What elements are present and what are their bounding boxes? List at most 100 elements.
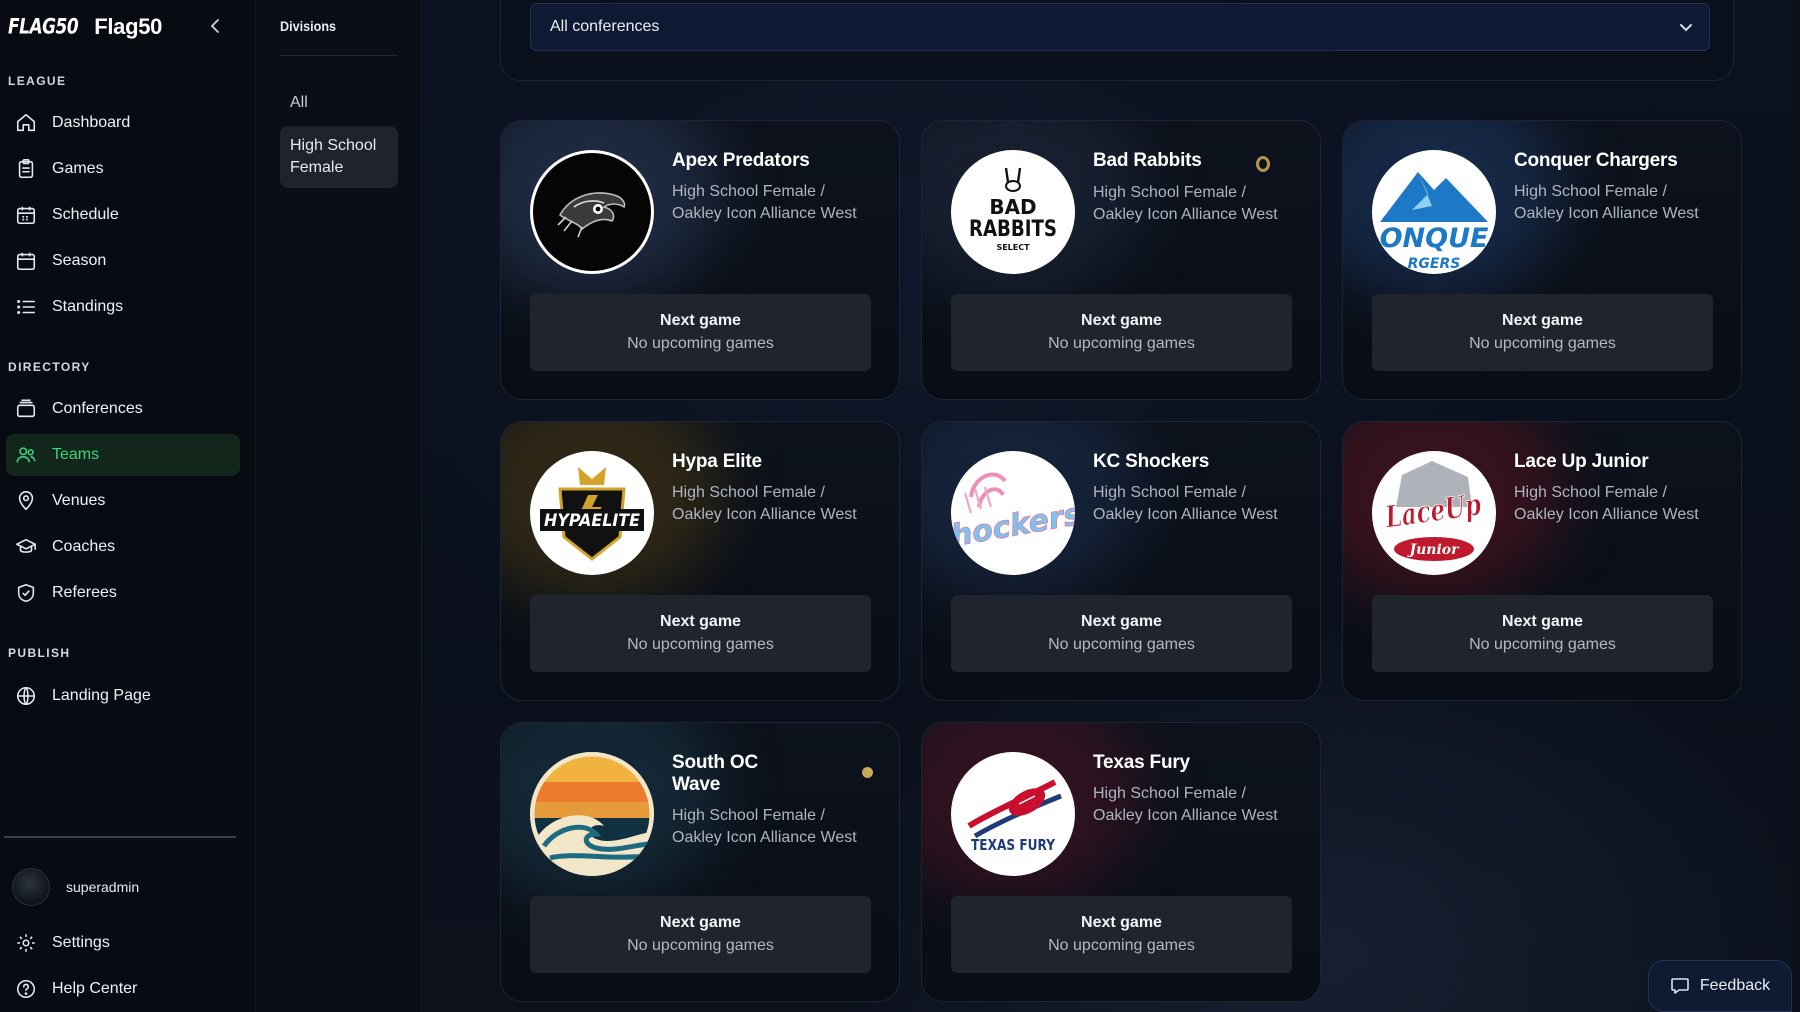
- nav-venues[interactable]: Venues: [6, 480, 240, 522]
- team-division-line2: Oakley Icon Alliance West: [672, 506, 857, 523]
- map-pin-icon: [6, 490, 46, 512]
- chevron-left-icon: [210, 19, 219, 33]
- shield-check-icon: [6, 582, 46, 604]
- team-card-bad-rabbits[interactable]: BAD RABBITS SELECT Bad Rabbits High Scho…: [921, 120, 1321, 400]
- calendar-grid-icon: [6, 204, 46, 226]
- nav-referees[interactable]: Referees: [6, 572, 240, 614]
- nav-label: Coaches: [52, 538, 116, 555]
- nav-label: Standings: [52, 298, 124, 315]
- nav-label: Teams: [52, 446, 100, 463]
- nav-label: Settings: [52, 934, 110, 951]
- section-title-directory: DIRECTORY: [8, 360, 91, 374]
- texas-fury-logo-icon: TEXAS FURY: [967, 779, 1062, 854]
- gear-icon: [6, 932, 46, 954]
- nav-label: Schedule: [52, 206, 119, 223]
- team-division-line1: High School Female /: [672, 807, 825, 824]
- divisions-title: Divisions: [280, 18, 337, 34]
- calendar-icon: [6, 250, 46, 272]
- divisions-panel: Divisions All High School Female: [256, 0, 422, 1012]
- division-item-high-school-female[interactable]: High School Female: [280, 126, 398, 188]
- sidebar-divider: [4, 836, 236, 838]
- next-game-box: Next game No upcoming games: [1372, 595, 1713, 672]
- svg-text:Junior: Junior: [1406, 542, 1460, 558]
- team-card-apex-predators[interactable]: Apex Predators High School Female / Oakl…: [500, 120, 900, 400]
- team-logo: TEXAS FURY: [951, 752, 1075, 876]
- next-game-status: No upcoming games: [1048, 636, 1195, 653]
- next-game-title: Next game: [1081, 914, 1162, 931]
- svg-text:RABBITS: RABBITS: [969, 217, 1057, 242]
- chat-icon: [1671, 978, 1689, 994]
- team-division-line2: Oakley Icon Alliance West: [1514, 506, 1699, 523]
- team-name: KC Shockers: [1093, 451, 1210, 472]
- nav-season[interactable]: Season: [6, 240, 240, 282]
- nav-coaches[interactable]: Coaches: [6, 526, 240, 568]
- next-game-status: No upcoming games: [1469, 335, 1616, 352]
- nav-teams[interactable]: Teams: [6, 434, 240, 476]
- predator-logo-icon: [557, 192, 626, 238]
- brand[interactable]: FLAG50 Flag50: [8, 12, 162, 42]
- next-game-title: Next game: [1502, 312, 1583, 329]
- team-card-south-oc-wave[interactable]: South OC Wave High School Female / Oakle…: [500, 722, 900, 1002]
- next-game-title: Next game: [1502, 613, 1583, 630]
- next-game-status: No upcoming games: [1469, 636, 1616, 653]
- svg-text:ONQUE: ONQUE: [1380, 223, 1489, 254]
- next-game-title: Next game: [660, 312, 741, 329]
- team-logo: hockers: [951, 451, 1075, 575]
- team-division-line1: High School Female /: [1093, 184, 1246, 201]
- next-game-box: Next game No upcoming games: [1372, 294, 1713, 371]
- team-division-line2: Oakley Icon Alliance West: [1093, 807, 1278, 824]
- section-title-publish: PUBLISH: [8, 646, 71, 660]
- scrollbar[interactable]: [1794, 0, 1800, 1012]
- next-game-box: Next game No upcoming games: [530, 294, 871, 371]
- users-icon: [6, 444, 46, 466]
- svg-text:RGERS: RGERS: [1408, 256, 1461, 272]
- nav-conferences[interactable]: Conferences: [6, 388, 240, 430]
- chargers-logo-icon: ONQUE RGERS: [1380, 172, 1489, 272]
- division-item-all[interactable]: All: [280, 83, 398, 123]
- next-game-box: Next game No upcoming games: [951, 294, 1292, 371]
- feedback-button[interactable]: Feedback: [1648, 960, 1792, 1012]
- user-profile[interactable]: superadmin: [12, 868, 139, 906]
- team-division-line2: Oakley Icon Alliance West: [672, 829, 857, 846]
- team-card-conquer-chargers[interactable]: ONQUE RGERS Conquer Chargers High School…: [1342, 120, 1742, 400]
- nav-dashboard[interactable]: Dashboard: [6, 102, 240, 144]
- user-name: superadmin: [66, 879, 140, 895]
- clipboard-icon: [6, 158, 46, 180]
- nav-schedule[interactable]: Schedule: [6, 194, 240, 236]
- nav-standings[interactable]: Standings: [6, 286, 240, 328]
- team-division-line1: High School Female /: [1093, 785, 1246, 802]
- next-game-title: Next game: [660, 613, 741, 630]
- team-division-line1: High School Female /: [672, 183, 825, 200]
- team-division-line1: High School Female /: [672, 484, 825, 501]
- team-logo: ONQUE RGERS: [1372, 150, 1496, 274]
- team-name: Conquer Chargers: [1514, 150, 1678, 171]
- team-card-hypa-elite[interactable]: HYPAELITE Hypa Elite High School Female …: [500, 421, 900, 701]
- feedback-label: Feedback: [1699, 977, 1771, 994]
- nav-settings[interactable]: Settings: [6, 922, 240, 964]
- svg-text:BAD: BAD: [989, 195, 1036, 219]
- teams-main: All conferences Apex Predators High Scho…: [422, 0, 1800, 1012]
- nav-label: Dashboard: [52, 114, 131, 131]
- brand-logo: FLAG50: [8, 14, 79, 40]
- team-logo: BAD RABBITS SELECT: [951, 150, 1075, 274]
- collapse-sidebar-button[interactable]: [205, 15, 225, 37]
- team-card-lace-up-junior[interactable]: LaceUp Junior Lace Up Junior High School…: [1342, 421, 1742, 701]
- divider: [280, 55, 398, 56]
- nav-games[interactable]: Games: [6, 148, 240, 190]
- team-card-texas-fury[interactable]: TEXAS FURY Texas Fury High School Female…: [921, 722, 1321, 1002]
- rabbit-logo-icon: BAD RABBITS SELECT: [969, 167, 1057, 252]
- team-card-kc-shockers[interactable]: hockers KC Shockers High School Female /…: [921, 421, 1321, 701]
- list-icon: [6, 296, 46, 318]
- nav-label: Conferences: [52, 400, 143, 417]
- svg-text:HYPAELITE: HYPAELITE: [544, 511, 640, 531]
- next-game-status: No upcoming games: [1048, 335, 1195, 352]
- app-root: FLAG50 Flag50 LEAGUE Dashboard Games Sch…: [0, 0, 1800, 1012]
- next-game-box: Next game No upcoming games: [951, 595, 1292, 672]
- nav-label: Season: [52, 252, 107, 269]
- nav-help-center[interactable]: Help Center: [6, 968, 240, 1010]
- team-name-line2: Wave: [672, 774, 721, 795]
- conference-select[interactable]: All conferences: [530, 3, 1710, 51]
- nav-landing-page[interactable]: Landing Page: [6, 675, 240, 717]
- next-game-title: Next game: [1081, 312, 1162, 329]
- nav-label: Venues: [52, 492, 106, 509]
